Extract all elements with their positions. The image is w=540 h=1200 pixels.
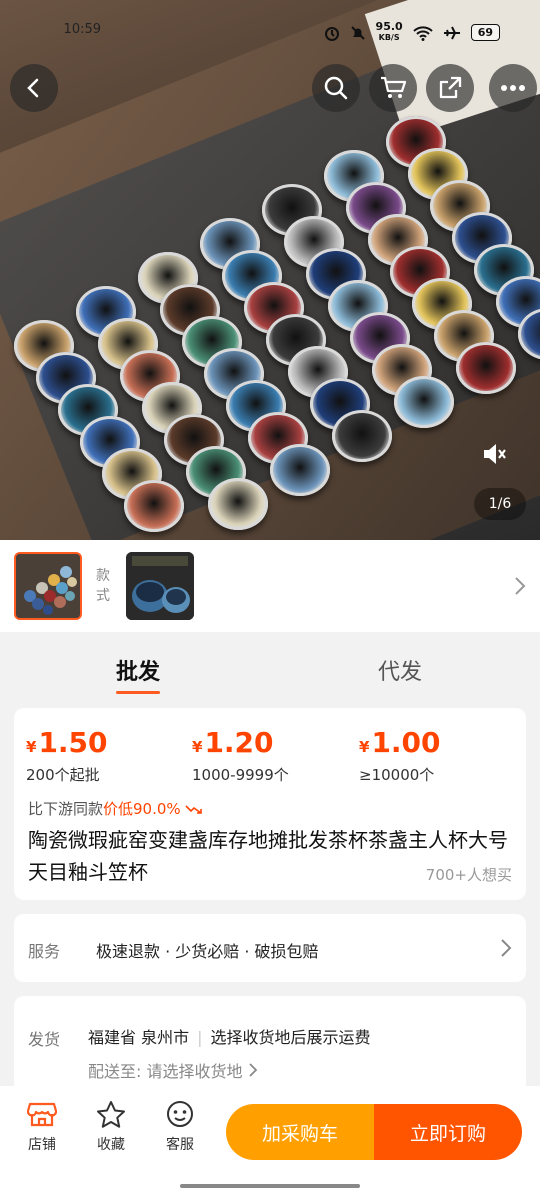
purchase-mode-tabs: 批发 代发 [0, 640, 540, 700]
tea-cup [456, 342, 516, 394]
price-tier-2-quantity: 1000-9999个 [192, 766, 289, 784]
variant-thumbnail-image [126, 552, 194, 620]
tea-cup [394, 376, 454, 428]
back-button[interactable] [10, 64, 58, 112]
trend-down-icon [185, 805, 203, 814]
speaker-mute-icon [484, 444, 506, 464]
customer-service-button[interactable]: 客服 [158, 1100, 202, 1154]
chevron-left-icon [27, 78, 39, 98]
share-icon [439, 76, 462, 99]
home-indicator[interactable] [180, 1184, 360, 1188]
video-mute-button[interactable] [480, 440, 508, 468]
variant-thumbnail-selected[interactable] [14, 552, 82, 620]
tea-cup [332, 410, 392, 462]
alarm-icon [324, 26, 339, 41]
mute-bell-icon [350, 25, 365, 40]
favorite-label: 收藏 [97, 1137, 125, 1153]
favorite-button[interactable]: 收藏 [89, 1100, 133, 1154]
battery-indicator: 69 [470, 24, 500, 41]
tab-dropship[interactable]: 代发 [378, 654, 422, 686]
tea-cup [124, 480, 184, 532]
price-tier-3: ¥1.00 [359, 726, 441, 759]
service-card[interactable]: 服务 极速退款 · 少货必赔 · 破损包赔 [14, 914, 526, 982]
tea-cup [270, 444, 330, 496]
variant-thumbnail-image [16, 554, 80, 618]
price-tier-1-quantity: 200个起批 [26, 766, 100, 784]
want-count: 700+人想买 [425, 866, 512, 884]
deliver-to-label: 配送至: [88, 1062, 142, 1081]
search-button[interactable] [312, 64, 360, 112]
price-tier-1: ¥1.50 [26, 726, 108, 759]
chevron-right-icon [248, 1063, 257, 1077]
airplane-icon [443, 26, 460, 39]
share-button[interactable] [426, 64, 474, 112]
more-icon [501, 85, 525, 91]
gallery-pager: 1/6 [474, 488, 526, 520]
network-speed: 95.0 KB/S [375, 20, 403, 42]
more-button[interactable] [489, 64, 537, 112]
product-image-gallery[interactable]: 10:59 95.0 KB/S 69 1/6 [0, 0, 540, 540]
chat-face-icon [167, 1101, 193, 1127]
star-icon [97, 1101, 125, 1128]
deliver-to-value: 请选择收货地 [146, 1062, 243, 1081]
shipping-origin: 福建省 泉州市 [88, 1028, 190, 1047]
bottom-action-bar: 店铺 收藏 客服 加采购车 立即订购 [0, 1086, 540, 1200]
chevron-right-icon [501, 939, 512, 957]
status-bar: 10:59 95.0 KB/S 69 [64, 20, 500, 43]
variant-label: 款式 [96, 568, 110, 604]
price-tier-2: ¥1.20 [192, 726, 274, 759]
service-guarantees: 极速退款 · 少货必赔 · 破损包赔 [96, 942, 319, 961]
wifi-icon [412, 25, 433, 41]
store-button[interactable]: 店铺 [20, 1100, 64, 1154]
shipping-origin-row: 福建省 泉州市 | 选择收货地后展示运费 [88, 1028, 371, 1047]
price-card: ¥1.50 200个起批 ¥1.20 1000-9999个 ¥1.00 ≥100… [14, 708, 526, 900]
customer-service-label: 客服 [166, 1137, 194, 1153]
tea-cup [208, 478, 268, 530]
chevron-right-icon[interactable] [514, 576, 526, 596]
store-icon [27, 1102, 57, 1127]
status-time: 10:59 [63, 22, 102, 37]
store-label: 店铺 [28, 1137, 56, 1153]
buy-now-button[interactable]: 立即订购 [374, 1104, 522, 1160]
shipping-label: 发货 [28, 1030, 61, 1049]
search-icon [324, 76, 348, 100]
cart-icon [381, 76, 407, 98]
cart-button[interactable] [369, 64, 417, 112]
variant-thumbnail[interactable] [126, 552, 194, 620]
variant-selector[interactable]: 款式 [0, 540, 540, 632]
service-label: 服务 [28, 942, 61, 961]
add-to-cart-button[interactable]: 加采购车 [226, 1104, 374, 1160]
price-tier-3-quantity: ≥10000个 [359, 766, 435, 784]
deliver-to-selector[interactable]: 配送至: 请选择收货地 [88, 1058, 258, 1082]
shipping-fee-note: 选择收货地后展示运费 [210, 1028, 371, 1047]
tab-wholesale[interactable]: 批发 [116, 654, 161, 694]
price-comparison: 比下游同款价低90.0% [28, 798, 203, 819]
